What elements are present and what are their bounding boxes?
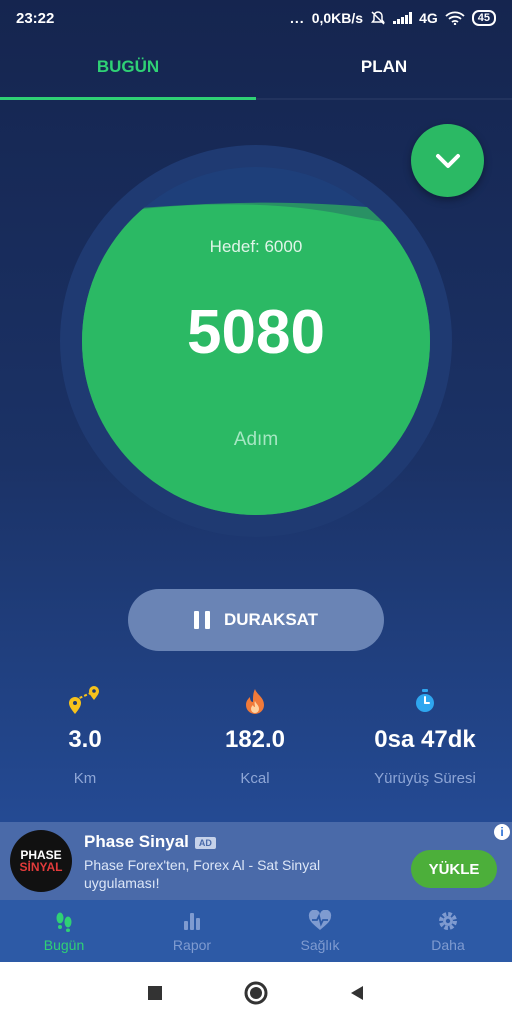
ad-logo-line2: SİNYAL bbox=[19, 860, 63, 874]
nav-label-daha: Daha bbox=[431, 936, 465, 953]
step-counter-screen: 23:22 ... 0,0KB/s 4G 45 BUGÜN PLAN Hedef… bbox=[0, 0, 512, 1024]
stat-duration: 0sa 47dk Yürüyüş Süresi bbox=[340, 684, 510, 787]
nav-item-daha[interactable]: Daha bbox=[384, 900, 512, 962]
stat-distance: 3.0 Km bbox=[0, 684, 170, 787]
distance-value: 3.0 bbox=[68, 726, 102, 753]
more-dots: ... bbox=[290, 10, 305, 26]
status-time: 23:22 bbox=[16, 9, 55, 27]
home-circle-icon[interactable] bbox=[243, 980, 269, 1006]
expand-button[interactable] bbox=[411, 124, 484, 197]
top-tabs: BUGÜN PLAN bbox=[0, 36, 512, 100]
back-triangle-icon[interactable] bbox=[347, 983, 367, 1003]
ad-logo: PHASE SİNYAL bbox=[10, 830, 72, 892]
footsteps-icon bbox=[56, 912, 72, 932]
duration-label: Yürüyüş Süresi bbox=[374, 770, 476, 787]
nav-item-saglik[interactable]: Sağlık bbox=[256, 900, 384, 962]
step-progress-circle[interactable]: Hedef: 6000 5080 Adım bbox=[82, 167, 430, 515]
ad-title: Phase Sinyal AD bbox=[84, 832, 216, 852]
stopwatch-icon bbox=[340, 684, 510, 718]
stat-calories: 182.0 Kcal bbox=[170, 684, 340, 787]
step-count: 5080 bbox=[187, 298, 325, 367]
pause-button[interactable]: DURAKSAT bbox=[128, 589, 384, 651]
pause-button-label: DURAKSAT bbox=[223, 610, 319, 629]
steps-unit-label: Adım bbox=[233, 429, 279, 450]
battery-icon: 45 bbox=[471, 10, 496, 26]
distance-label: Km bbox=[73, 770, 97, 787]
bar-chart-icon bbox=[184, 912, 200, 930]
ad-title-text: Phase Sinyal bbox=[84, 832, 189, 851]
stats-row: 3.0 Km 182.0 Kcal 0sa 47dk Yürüyüş Süres… bbox=[0, 684, 512, 787]
nav-item-rapor[interactable]: Rapor bbox=[128, 900, 256, 962]
wifi-icon bbox=[445, 11, 465, 25]
recents-square-icon[interactable] bbox=[145, 983, 165, 1003]
ad-banner[interactable]: PHASE SİNYAL Phase Sinyal AD Phase Forex'… bbox=[0, 822, 512, 900]
ad-description: Phase Forex'ten, Forex Al - Sat Sinyal u… bbox=[84, 857, 321, 891]
chevron-down-icon bbox=[435, 153, 460, 168]
duration-value: 0sa 47dk bbox=[374, 726, 476, 753]
status-icons: ... 0,0KB/s 4G 45 bbox=[290, 10, 496, 26]
nav-label-saglik: Sağlık bbox=[300, 936, 340, 953]
gear-icon bbox=[439, 911, 457, 930]
calories-label: Kcal bbox=[240, 770, 270, 787]
nav-item-bugun[interactable]: Bugün bbox=[0, 900, 128, 962]
mute-bell-icon bbox=[371, 11, 386, 25]
goal-label: Hedef: 6000 bbox=[209, 237, 303, 256]
tab-plan[interactable]: PLAN bbox=[256, 36, 512, 98]
bottom-nav: Bugün Rapor Sağlık Daha bbox=[0, 900, 512, 962]
nav-label-bugun: Bugün bbox=[43, 936, 85, 953]
net-speed: 0,0KB/s bbox=[311, 10, 364, 26]
signal-icon bbox=[393, 12, 413, 24]
heartbeat-icon bbox=[308, 909, 332, 930]
network-type: 4G bbox=[419, 10, 438, 26]
nav-label-rapor: Rapor bbox=[172, 936, 212, 953]
map-pins-icon bbox=[0, 684, 170, 718]
ad-badge: AD bbox=[194, 836, 216, 849]
status-bar: 23:22 ... 0,0KB/s 4G 45 bbox=[0, 0, 512, 36]
calories-value: 182.0 bbox=[224, 726, 286, 753]
flame-icon bbox=[170, 684, 340, 718]
system-nav-bar bbox=[0, 962, 512, 1024]
ad-info-icon[interactable]: i bbox=[494, 824, 510, 840]
ad-install-button[interactable]: YÜKLE bbox=[411, 850, 497, 888]
tab-bugun[interactable]: BUGÜN bbox=[0, 36, 256, 100]
pause-icon bbox=[193, 611, 210, 629]
